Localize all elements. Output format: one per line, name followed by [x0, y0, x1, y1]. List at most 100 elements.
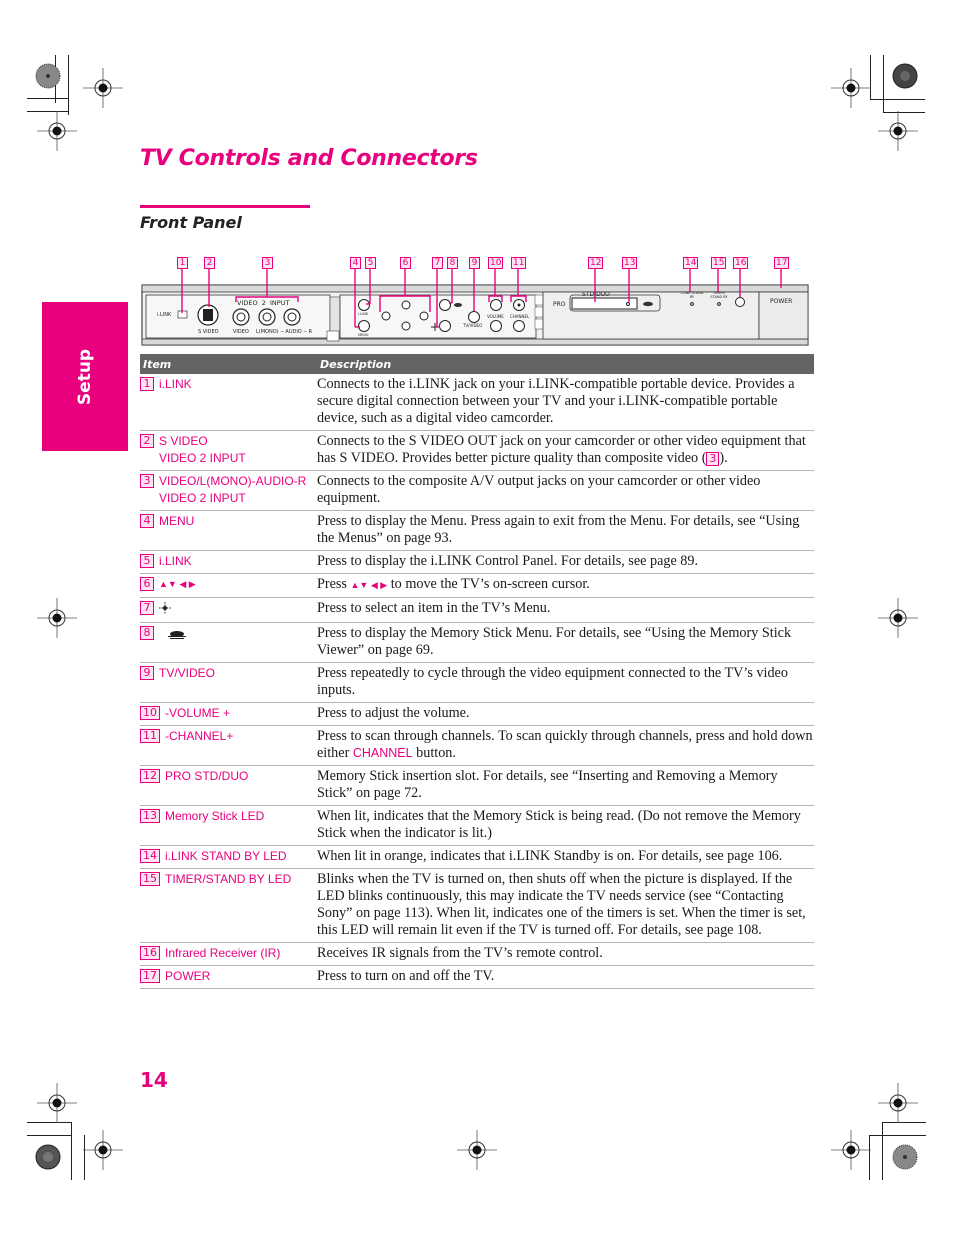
item-cell: 6 ▲▼ ◀ ▶ [140, 573, 317, 598]
channel-button-reference: CHANNEL [352, 746, 413, 760]
item-label-line: TV/VIDEO [159, 666, 216, 680]
description-cell: Press to turn on and off the TV. [317, 965, 814, 989]
item-name: Memory Stick LED [165, 808, 264, 825]
table-row: 5 i.LINK Press to display the i.LINK Contr… [140, 550, 814, 574]
item-cell: 17 POWER [140, 965, 317, 989]
section-rule [140, 205, 310, 208]
callout-4: 4 [350, 257, 361, 269]
item-cell: 4 MENU [140, 510, 317, 551]
callout-14: 14 [683, 257, 699, 269]
table-row: 4 MENU Press to display the Menu. Press ag… [140, 510, 814, 551]
description-cell: Press ▲▼ ◀ ▶ to move the TV’s on-screen … [317, 573, 814, 598]
item-number: 15 [140, 872, 160, 886]
callout-3: 3 [262, 257, 273, 269]
item-label-line: i.LINK [159, 554, 192, 568]
crosshair-target-icon [37, 598, 77, 638]
item-cell: 7 [140, 597, 317, 623]
description-cell: Connects to the i.LINK jack on your i.LI… [317, 374, 814, 431]
item-name: POWER [165, 968, 210, 985]
table-row: 6 ▲▼ ◀ ▶ Press ▲▼ ◀ ▶ to move the TV’s on-… [140, 573, 814, 598]
table-row: 13 Memory Stick LED When lit, indicates th… [140, 805, 814, 846]
description-cell: Press to select an item in the TV’s Menu… [317, 597, 814, 623]
description-cell: Press to adjust the volume. [317, 702, 814, 726]
table-row: 12 PRO STD/DUO Memory Stick insertion slot… [140, 765, 814, 806]
crosshair-target-icon [37, 1083, 77, 1123]
panel-label-power: POWER [770, 298, 793, 305]
description-text: ). [719, 450, 728, 466]
item-label-line: S VIDEO [159, 434, 208, 448]
page-title: TV Controls and Connectors [140, 146, 478, 171]
crop-mark [870, 99, 925, 100]
item-label-line: i.LINK [159, 377, 192, 391]
item-label-line: VIDEO 2 INPUT [159, 491, 246, 505]
crop-mark [68, 55, 69, 115]
registration-rosette-icon [35, 1144, 61, 1170]
memory-stick-icon [159, 625, 187, 645]
item-name: -VOLUME + [165, 705, 230, 722]
description-cell: Press to scan through channels. To scan … [317, 725, 814, 766]
panel-label-ilink-standby: i.LINK STAND BY [680, 291, 704, 299]
item-cell: 14 i.LINK STAND BY LED [140, 845, 317, 869]
item-label-line: VIDEO/L(MONO)-AUDIO-R [159, 474, 307, 488]
crosshair-target-icon [878, 598, 918, 638]
item-name [159, 625, 187, 645]
item-cell: 12 PRO STD/DUO [140, 765, 317, 806]
section-title: Front Panel [140, 213, 242, 232]
table-header-row: Item Description [140, 354, 814, 374]
item-name: i.LINK [159, 553, 192, 570]
item-label-line: ▲▼ ◀ ▶ [159, 579, 196, 589]
panel-label-timer-standby: TIMER/ STAND BY [710, 291, 728, 299]
callout-1: 1 [177, 257, 188, 269]
item-name: TV/VIDEO [159, 665, 215, 682]
item-name [159, 600, 171, 619]
description-cell: When lit, indicates that the Memory Stic… [317, 805, 814, 846]
callout-5: 5 [365, 257, 376, 269]
item-cell: 15 TIMER/STAND BY LED [140, 868, 317, 943]
column-header-item: Item [140, 354, 317, 374]
item-name: ▲▼ ◀ ▶ [159, 576, 196, 593]
item-name: -CHANNEL+ [165, 728, 233, 745]
table-row: 11 -CHANNEL+ Press to scan through channel… [140, 725, 814, 766]
item-label-line: i.LINK STAND BY LED [165, 849, 287, 863]
description-cell: Blinks when the TV is turned on, then sh… [317, 868, 814, 943]
description-cell: Connects to the S VIDEO OUT jack on your… [317, 430, 814, 471]
item-number: 12 [140, 769, 160, 783]
registration-rosette-icon [35, 63, 61, 89]
item-number: 16 [140, 946, 160, 960]
column-header-description: Description [317, 354, 814, 374]
item-label-line: PRO STD/DUO [165, 769, 249, 783]
description-cell: Connects to the composite A/V output jac… [317, 470, 814, 511]
panel-label-tv-video: TV/VIDEO [463, 323, 483, 328]
crop-mark [869, 1135, 926, 1136]
item-number: 10 [140, 706, 160, 720]
item-cell: 3 VIDEO/L(MONO)-AUDIO-R VIDEO 2 INPUT [140, 470, 317, 511]
callout-16: 16 [733, 257, 749, 269]
description-cell: Memory Stick insertion slot. For details… [317, 765, 814, 806]
table-row: 3 VIDEO/L(MONO)-AUDIO-R VIDEO 2 INPUT Conne… [140, 470, 814, 511]
item-label-line: POWER [165, 969, 211, 983]
description-cell: When lit in orange, indicates that i.LIN… [317, 845, 814, 869]
description-cell: Press to display the i.LINK Control Pane… [317, 550, 814, 574]
item-label-line: -VOLUME + [165, 706, 231, 720]
side-tab-label: Setup [75, 348, 95, 406]
controls-table: Item Description 1 i.LINK Connects to the … [140, 354, 814, 989]
item-name: Infrared Receiver (IR) [165, 945, 280, 962]
front-panel-diagram: 1 2 3 4 5 6 7 8 9 10 11 12 13 14 15 16 1… [140, 255, 810, 347]
table-row: 14 i.LINK STAND BY LED When lit in orange,… [140, 845, 814, 869]
callout-6: 6 [400, 257, 411, 269]
crop-mark [71, 1122, 72, 1180]
panel-label-video: VIDEO [233, 329, 249, 335]
table-row: 2 S VIDEO VIDEO 2 INPUT Connects to the S V… [140, 430, 814, 471]
crosshair-target-icon [878, 1083, 918, 1123]
callout-12: 12 [588, 257, 604, 269]
table-row: 17 POWER Press to turn on and off the TV. [140, 965, 814, 989]
item-name: i.LINK [159, 376, 192, 393]
panel-label-video2-input: VIDEO 2 INPUT [237, 299, 290, 307]
item-number: 4 [140, 514, 154, 528]
item-cell: 8 [140, 622, 317, 663]
item-label-line: MENU [159, 514, 195, 528]
item-number: 3 [140, 474, 154, 488]
crosshair-target-icon [37, 111, 77, 151]
item-cell: 10 -VOLUME + [140, 702, 317, 726]
crosshair-target-icon [878, 111, 918, 151]
